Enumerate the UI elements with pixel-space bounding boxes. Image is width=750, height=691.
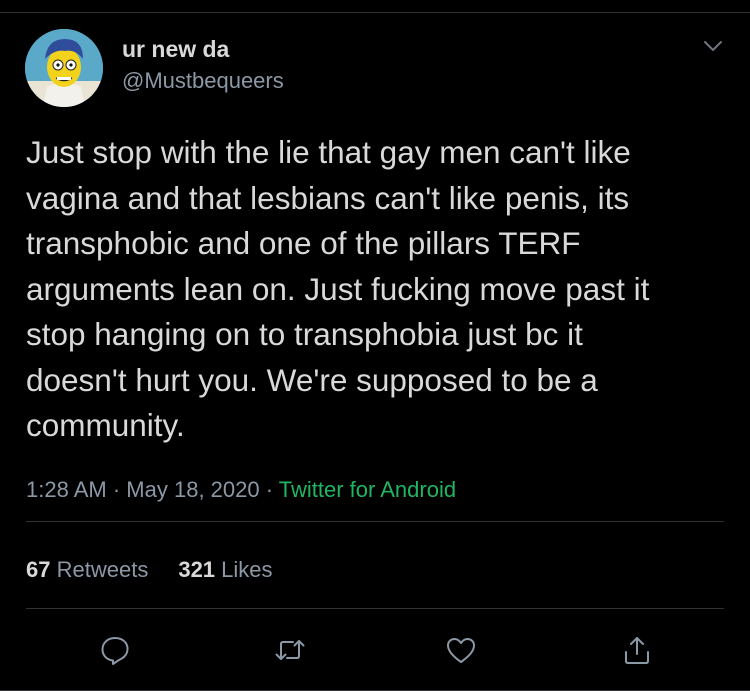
top-divider	[0, 12, 750, 13]
reply-icon[interactable]	[97, 632, 133, 668]
retweets-label: Retweets	[56, 557, 149, 582]
display-name[interactable]: ur new da	[122, 35, 229, 63]
retweet-icon[interactable]	[272, 632, 308, 668]
retweets-count: 67	[26, 557, 51, 582]
divider	[26, 521, 724, 522]
heart-icon[interactable]	[443, 632, 479, 668]
tweet-time[interactable]: 1:28 AM	[26, 477, 107, 502]
likes-count: 321	[178, 557, 216, 582]
tweet-source-link[interactable]: Twitter for Android	[279, 477, 456, 502]
tweet-meta: 1:28 AM · May 18, 2020 · Twitter for And…	[26, 476, 456, 504]
divider	[26, 608, 724, 609]
likes-stat[interactable]: 321 Likes	[178, 557, 272, 582]
user-handle[interactable]: @Mustbequeers	[122, 67, 284, 95]
tweet-date[interactable]: May 18, 2020	[126, 477, 259, 502]
likes-label: Likes	[221, 557, 273, 582]
tweet-text: Just stop with the lie that gay men can'…	[26, 134, 650, 443]
chevron-down-icon[interactable]	[700, 36, 726, 56]
avatar[interactable]	[25, 29, 103, 107]
share-icon[interactable]	[619, 632, 655, 668]
avatar-image	[25, 29, 103, 107]
retweets-stat[interactable]: 67 Retweets	[26, 557, 148, 582]
meta-separator: ·	[265, 477, 274, 502]
meta-separator: ·	[112, 477, 121, 502]
tweet-stats: 67 Retweets 321 Likes	[26, 556, 273, 584]
